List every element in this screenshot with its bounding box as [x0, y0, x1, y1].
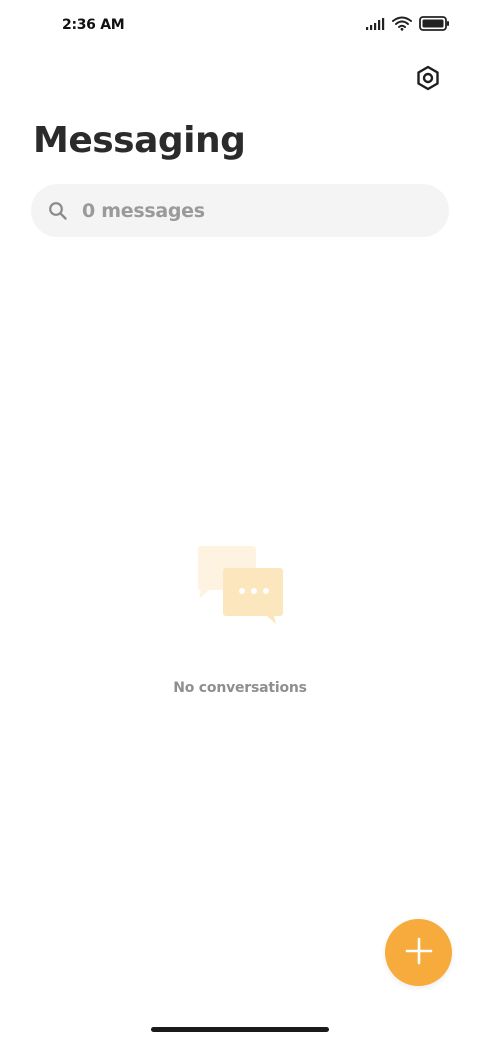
search-placeholder: 0 messages [82, 199, 205, 222]
battery-icon [419, 16, 450, 35]
home-indicator[interactable] [151, 1027, 329, 1032]
status-icons [365, 16, 450, 35]
new-conversation-button[interactable] [385, 919, 452, 986]
settings-icon [415, 65, 441, 95]
plus-icon [405, 937, 433, 969]
search-icon [47, 200, 69, 222]
status-time: 2:36 AM [62, 17, 125, 33]
settings-button[interactable] [412, 64, 444, 96]
status-bar: 2:36 AM [0, 0, 480, 56]
empty-state: No conversations [0, 540, 480, 696]
search-bar[interactable]: 0 messages [31, 184, 449, 237]
signal-icon [365, 16, 385, 35]
page-title: Messaging [33, 120, 246, 161]
wifi-icon [392, 16, 412, 35]
empty-state-text: No conversations [173, 680, 307, 696]
chat-bubbles-icon [192, 540, 288, 626]
